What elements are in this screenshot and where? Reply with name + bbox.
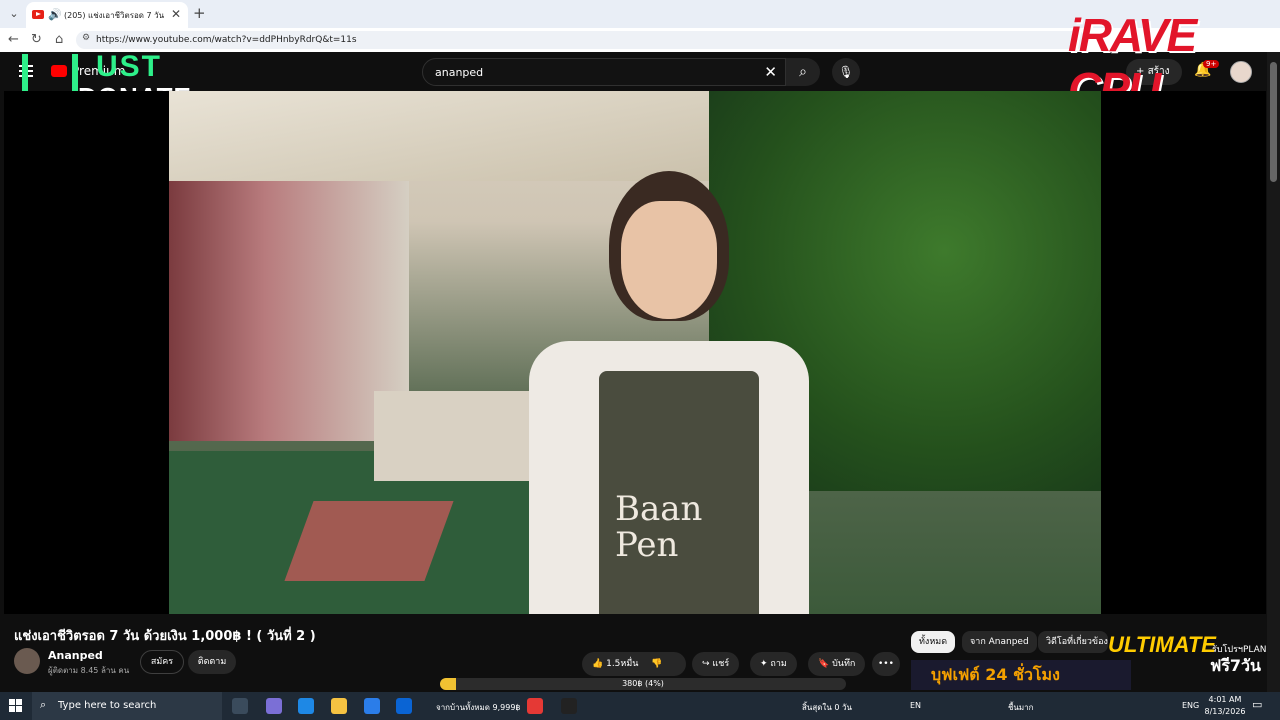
share-label: แชร์ [712,659,730,669]
chip-from-channel[interactable]: จาก Ananped [962,631,1037,653]
search-button[interactable]: ⌕ [786,58,820,86]
reload-icon[interactable]: ↻ [31,32,42,47]
channel-avatar[interactable] [14,648,40,674]
ask-button[interactable]: ✦ ถาม [750,652,797,676]
opera-icon[interactable] [527,698,543,714]
task-view-icon[interactable] [232,698,248,714]
video-title: แช่งเอาชีวิตรอด 7 วัน ด้วยเงิน 1,000฿ ! … [14,629,316,644]
copilot-icon[interactable] [266,698,282,714]
clock-date: 8/13/2026 [1204,707,1246,716]
save-button[interactable]: 🔖 บันทึก [808,652,866,676]
url-field[interactable]: ⚙ https://www.youtube.com/watch?v=ddPHnb… [76,31,1086,49]
taskbar-countdown-text: สิ้นสุดใน 0 วัน [802,703,852,712]
tab-title: (205) แช่งเอาชีวิตรอด 7 วัน ด้วยเงิน [64,11,164,20]
join-button[interactable]: สมัคร [140,650,184,674]
scene-ceiling [169,91,789,181]
notification-center-icon[interactable]: ▭ [1252,698,1262,711]
input-lang[interactable]: ENG [1182,701,1199,710]
close-tab-icon[interactable]: ✕ [171,7,181,21]
scene-person: Baan Pen [489,171,809,614]
nvidia-icon[interactable] [561,698,577,714]
taskbar-clock[interactable]: 4:01 AM 8/13/2026 [1204,694,1246,718]
edge-icon[interactable] [298,698,314,714]
sparkle-icon: ✦ [760,659,768,669]
apron-print: Baan Pen [615,489,703,565]
browser-tab-active[interactable]: 🔊 (205) แช่งเอาชีวิตรอด 7 วัน ด้วยเงิน ✕ [26,2,188,28]
dislike-icon[interactable]: 👎 [651,659,662,669]
taskbar-search[interactable]: ⌕ Type here to search [32,692,222,720]
weather-text[interactable]: ชื้นมาก [1008,701,1034,714]
ask-label: ถาม [770,659,787,669]
ultimate-free-text: ฟรี7วัน [1210,656,1261,675]
like-count: 1.5หมื่น [606,659,639,669]
donation-progress-text: 380฿ (4%) [622,679,664,688]
store-icon[interactable] [364,698,380,714]
file-explorer-icon[interactable] [331,698,347,714]
person-face [621,201,717,319]
just-donate-top-text: UST [96,50,162,83]
share-icon: ↪ [702,659,710,669]
clear-search-icon[interactable]: ✕ [764,63,777,81]
taskbar-search-placeholder: Type here to search [58,700,157,711]
outlook-icon[interactable] [396,698,412,714]
scene-wall [169,181,409,441]
home-icon[interactable]: ⌂ [55,32,63,47]
subscriber-count: ผู้ติดตาม 8.45 ล้าน คน [48,666,130,675]
share-button[interactable]: ↪ แชร์ [692,652,740,676]
bookmark-icon: 🔖 [818,659,830,669]
url-text: https://www.youtube.com/watch?v=ddPHnbyR… [96,35,357,45]
windows-start-icon[interactable] [9,699,22,712]
video-frame[interactable]: Baan Pen [169,91,1101,614]
like-icon[interactable]: 👍 [592,659,603,669]
rave-cpu-logo: iRAVE CPU [1068,9,1197,115]
site-info-icon[interactable]: ⚙ [82,33,90,43]
taskbar-lang[interactable]: EN [910,701,921,710]
voice-search-icon[interactable]: 🎙 [832,58,860,86]
page-scrollbar[interactable] [1267,52,1280,692]
taskbar-donor-text: จากบ้านทั้งหมด 9,999฿ [436,703,521,712]
tab-search-chevron-icon[interactable]: ⌄ [6,6,22,22]
windows-taskbar: ⌕ Type here to search จากบ้านทั้งหมด 9,9… [0,692,1280,720]
subscribe-button[interactable]: ติดตาม [188,650,236,674]
youtube-favicon-icon [32,10,44,19]
channel-name[interactable]: Ananped [48,649,103,662]
more-actions-button[interactable]: ••• [872,652,900,676]
video-player[interactable]: Baan Pen [4,91,1266,614]
chip-all[interactable]: ทั้งหมด [911,631,956,653]
search-box[interactable]: ananped ✕ [422,58,786,86]
scrollbar-thumb[interactable] [1270,62,1277,182]
buffet-ad-banner[interactable]: บุฟเฟต์ 24 ชั่วโมง [911,660,1131,690]
chip-related[interactable]: วิดีโอที่เกี่ยวข้อง [1038,631,1108,653]
save-label: บันทึก [832,659,856,669]
clock-time: 4:01 AM [1208,695,1242,704]
like-dislike-group[interactable]: 👍 1.5หมื่น 👎 [582,652,686,676]
scene-rug [284,501,454,581]
search-icon: ⌕ [799,64,807,80]
search-input[interactable]: ananped [435,66,483,79]
new-tab-icon[interactable]: + [193,4,206,22]
back-icon[interactable]: ← [8,32,19,47]
speaker-icon[interactable]: 🔊 [48,8,62,21]
search-icon: ⌕ [40,698,47,711]
